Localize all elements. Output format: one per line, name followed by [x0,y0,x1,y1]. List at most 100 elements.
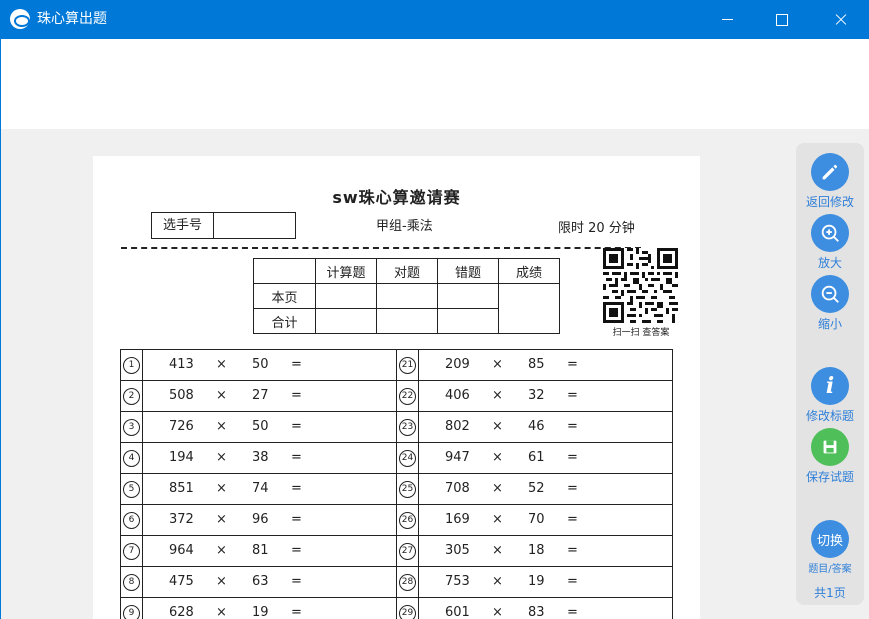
equals: = [567,481,578,496]
equals: = [567,419,578,434]
operand-a: 708 [445,481,470,496]
question-number: 3 [123,419,140,436]
question-number-cell: 24 [396,442,419,474]
operator: × [216,357,227,372]
page-count: 共1页 [814,586,846,600]
question-expression: 851 × 74 = [142,473,397,505]
zoom-in-button[interactable]: 放大 [796,214,864,271]
equals: = [291,357,302,372]
group-label: 甲组-乘法 [376,219,433,234]
question-number: 8 [123,574,140,591]
operator: × [492,419,503,434]
question-number-cell: 1 [120,349,143,381]
qr-code [603,248,678,323]
score-table: 计算题 对题 错题 成绩 本页 合计 [253,258,560,334]
equals: = [567,512,578,527]
operand-b: 63 [252,574,269,589]
operator: × [216,512,227,527]
switch-circle-label: 切换 [811,520,849,558]
question-number: 6 [123,512,140,529]
operand-a: 169 [445,512,470,527]
operand-b: 19 [252,605,269,619]
question-number-cell: 6 [120,504,143,536]
operand-a: 209 [445,357,470,372]
question-number-cell: 27 [396,535,419,567]
switch-button[interactable]: 切换 题目/答案 [796,520,864,575]
question-number-cell: 25 [396,473,419,505]
operand-b: 83 [528,605,545,619]
question-expression: 194 × 38 = [142,442,397,474]
question-expression: 628 × 19 = [142,597,397,619]
operand-a: 628 [169,605,194,619]
operand-b: 19 [528,574,545,589]
operand-b: 85 [528,357,545,372]
app-icon [10,9,30,29]
operand-b: 50 [252,357,269,372]
operator: × [492,574,503,589]
back-edit-label: 返回修改 [805,195,854,209]
question-row: 7 964 × 81 = 27 305 × 18 = [120,535,673,567]
edit-title-button[interactable]: i 修改标题 [796,367,864,424]
question-expression: 413 × 50 = [142,349,397,381]
window-title: 珠心算出题 [37,11,107,27]
operand-a: 964 [169,543,194,558]
question-number-cell: 2 [120,380,143,412]
operator: × [492,605,503,619]
maximize-button[interactable] [759,0,805,39]
question-number: 7 [123,543,140,560]
score-cell [437,283,499,309]
title-bar: 珠心算出题 [0,0,869,39]
score-header: 对题 [376,258,438,284]
question-expression: 372 × 96 = [142,504,397,536]
question-number: 23 [399,419,416,436]
question-number-cell: 8 [120,566,143,598]
question-number: 29 [399,605,416,619]
save-label: 保存试题 [805,470,854,484]
operator: × [216,605,227,619]
zoom-out-icon [811,275,849,313]
question-number-cell: 22 [396,380,419,412]
question-number: 25 [399,481,416,498]
question-table: 1 413 × 50 = 21 209 × 85 = 2 508 × 27 = 22 406 × 32 = 3 726 × 5… [120,349,673,619]
switch-label: 题目/答案 [808,564,852,575]
operand-a: 406 [445,388,470,403]
question-expression: 726 × 50 = [142,411,397,443]
edit-title-label: 修改标题 [805,409,854,423]
zoom-out-button[interactable]: 缩小 [796,275,864,332]
question-row: 3 726 × 50 = 23 802 × 46 = [120,411,673,443]
equals: = [567,543,578,558]
score-total-cell [498,283,560,334]
question-number: 5 [123,481,140,498]
operand-b: 74 [252,481,269,496]
operator: × [216,388,227,403]
question-number: 9 [123,605,140,619]
zoom-out-label: 缩小 [817,317,842,331]
close-button[interactable] [818,0,864,39]
back-edit-button[interactable]: 返回修改 [796,153,864,210]
toolbar-area [0,39,869,129]
question-number: 22 [399,388,416,405]
operator: × [216,574,227,589]
question-expression: 209 × 85 = [418,349,673,381]
operand-a: 753 [445,574,470,589]
operator: × [216,481,227,496]
minimize-button[interactable] [705,0,751,39]
operand-b: 38 [252,450,269,465]
pencil-icon [811,153,849,191]
question-number-cell: 9 [120,597,143,619]
operator: × [216,543,227,558]
question-row: 5 851 × 74 = 25 708 × 52 = [120,473,673,505]
paper-title: sw珠心算邀请赛 [332,188,461,207]
score-corner [253,258,316,284]
equals: = [567,605,578,619]
question-number-cell: 21 [396,349,419,381]
operator: × [216,450,227,465]
equals: = [291,419,302,434]
question-expression: 305 × 18 = [418,535,673,567]
question-number: 21 [399,357,416,374]
question-number-cell: 23 [396,411,419,443]
score-header: 错题 [437,258,499,284]
question-expression: 753 × 19 = [418,566,673,598]
save-button[interactable]: 保存试题 [796,428,864,485]
equals: = [567,450,578,465]
